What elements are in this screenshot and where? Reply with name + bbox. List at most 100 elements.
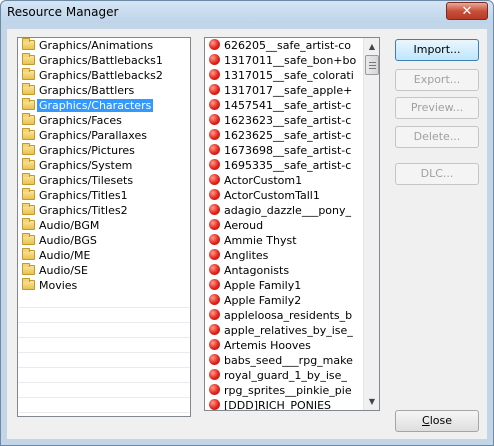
red-ball-icon — [209, 354, 220, 365]
folder-label: Audio/BGM — [39, 219, 100, 232]
folder-item[interactable]: Movies — [18, 278, 190, 293]
folder-icon — [22, 38, 35, 50]
folder-label: Audio/ME — [39, 249, 91, 262]
empty-list-row — [18, 323, 190, 338]
red-ball-icon — [209, 399, 220, 410]
folder-icon — [22, 173, 35, 185]
file-label: Anglites — [224, 249, 269, 262]
file-item[interactable]: appleloosa_residents_b — [205, 308, 365, 323]
folder-item[interactable]: Graphics/System — [18, 158, 190, 173]
preview-button[interactable]: Preview... — [395, 97, 479, 119]
dlc-button[interactable]: DLC... — [395, 163, 479, 185]
empty-list-row — [18, 353, 190, 368]
folder-item[interactable]: Graphics/Titles1 — [18, 188, 190, 203]
empty-list-row — [18, 308, 190, 323]
empty-list-row — [18, 383, 190, 398]
folder-item[interactable]: Graphics/Parallaxes — [18, 128, 190, 143]
file-item[interactable]: ActorCustomTall1 — [205, 188, 365, 203]
scroll-down-arrow-icon[interactable]: ▼ — [364, 393, 379, 410]
file-item[interactable]: Ammie Thyst — [205, 233, 365, 248]
folder-label: Graphics/Tilesets — [39, 174, 134, 187]
client-area: Graphics/Animations Graphics/Battlebacks1… — [7, 29, 487, 439]
file-item[interactable]: Aeroud — [205, 218, 365, 233]
folder-label: Movies — [39, 279, 78, 292]
file-label: [DDD]RICH_PONIES — [224, 399, 332, 411]
file-item[interactable]: ActorCustom1 — [205, 173, 365, 188]
file-item[interactable]: apple_relatives_by_ise_ — [205, 323, 365, 338]
file-list[interactable]: 626205__safe_artist-co 1317011__safe_bon+… — [204, 37, 380, 411]
file-label: adagio_dazzle___pony_ — [224, 204, 352, 217]
file-item[interactable]: 626205__safe_artist-co — [205, 38, 365, 53]
file-item[interactable]: rpg_sprites__pinkie_pie — [205, 383, 365, 398]
file-item[interactable]: 1623625__safe_artist-c — [205, 128, 365, 143]
folder-icon — [22, 278, 35, 290]
file-item[interactable]: [DDD]RICH_PONIES — [205, 398, 365, 411]
red-ball-icon — [209, 99, 220, 110]
folder-item[interactable]: Graphics/Animations — [18, 38, 190, 53]
folder-icon — [22, 83, 35, 95]
file-item[interactable]: royal_guard_1_by_ise_ — [205, 368, 365, 383]
file-item[interactable]: Apple Family1 — [205, 278, 365, 293]
folder-item[interactable]: Graphics/Battlers — [18, 83, 190, 98]
file-item[interactable]: 1317011__safe_bon+bo — [205, 53, 365, 68]
close-mnemonic: C — [422, 414, 430, 427]
folder-item[interactable]: Graphics/Battlebacks1 — [18, 53, 190, 68]
file-item[interactable]: Apple Family2 — [205, 293, 365, 308]
folder-label: Graphics/Faces — [39, 114, 122, 127]
red-ball-icon — [209, 39, 220, 50]
file-item[interactable]: 1695335__safe_artist-c — [205, 158, 365, 173]
red-ball-icon — [209, 369, 220, 380]
file-label: 1317017__safe_apple+ — [224, 84, 353, 97]
folder-item[interactable]: Graphics/Titles2 — [18, 203, 190, 218]
close-button[interactable]: Close — [395, 410, 479, 432]
file-item[interactable]: Antagonists — [205, 263, 365, 278]
file-list-scrollbar[interactable]: ▲ ▼ — [363, 38, 379, 410]
folder-item[interactable]: Audio/BGS — [18, 233, 190, 248]
file-item[interactable]: 1623623__safe_artist-c — [205, 113, 365, 128]
file-label: Antagonists — [224, 264, 290, 277]
folder-item[interactable]: Audio/ME — [18, 248, 190, 263]
grip-line — [369, 68, 376, 69]
file-item[interactable]: 1673698__safe_artist-c — [205, 143, 365, 158]
folder-item[interactable]: Graphics/Faces — [18, 113, 190, 128]
folder-item[interactable]: Graphics/Battlebacks2 — [18, 68, 190, 83]
file-item[interactable]: 1317017__safe_apple+ — [205, 83, 365, 98]
empty-list-row — [18, 368, 190, 383]
red-ball-icon — [209, 54, 220, 65]
folder-label: Audio/BGS — [39, 234, 97, 247]
folder-item[interactable]: Graphics/Characters — [18, 98, 190, 113]
folder-icon — [22, 113, 35, 125]
folder-icon — [22, 218, 35, 230]
red-ball-icon — [209, 159, 220, 170]
scroll-thumb[interactable] — [365, 55, 379, 75]
file-item[interactable]: adagio_dazzle___pony_ — [205, 203, 365, 218]
folder-item[interactable]: Graphics/Tilesets — [18, 173, 190, 188]
import-button[interactable]: Import... — [395, 39, 479, 61]
file-item[interactable]: Anglites — [205, 248, 365, 263]
file-label: 1317015__safe_colorati — [224, 69, 354, 82]
export-button[interactable]: Export... — [395, 69, 479, 91]
folder-icon — [22, 98, 35, 110]
folder-item[interactable]: Graphics/Pictures — [18, 143, 190, 158]
file-item[interactable]: 1457541__safe_artist-c — [205, 98, 365, 113]
file-item[interactable]: 1317015__safe_colorati — [205, 68, 365, 83]
file-rows: 626205__safe_artist-co 1317011__safe_bon+… — [205, 38, 379, 411]
file-item[interactable]: babs_seed___rpg_make — [205, 353, 365, 368]
file-label: 1695335__safe_artist-c — [224, 159, 352, 172]
window-title: Resource Manager — [7, 5, 119, 19]
delete-button[interactable]: Delete... — [395, 126, 479, 148]
folder-item[interactable]: Audio/BGM — [18, 218, 190, 233]
file-item[interactable]: Artemis Hooves — [205, 338, 365, 353]
folder-icon — [22, 68, 35, 80]
folder-item[interactable]: Audio/SE — [18, 263, 190, 278]
window-close-button[interactable]: ✕ — [446, 2, 488, 20]
red-ball-icon — [209, 384, 220, 395]
file-label: rpg_sprites__pinkie_pie — [224, 384, 352, 397]
red-ball-icon — [209, 144, 220, 155]
file-label: Aeroud — [224, 219, 264, 232]
folder-list[interactable]: Graphics/Animations Graphics/Battlebacks1… — [17, 37, 191, 417]
red-ball-icon — [209, 339, 220, 350]
scroll-up-arrow-icon[interactable]: ▲ — [364, 38, 379, 55]
folder-label: Graphics/Pictures — [39, 144, 135, 157]
file-label: babs_seed___rpg_make — [224, 354, 353, 367]
